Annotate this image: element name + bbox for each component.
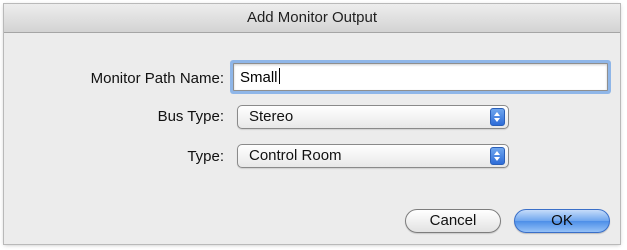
monitor-path-name-input[interactable]: Small [233,63,608,91]
monitor-path-name-label: Monitor Path Name: [90,70,224,87]
bus-type-select[interactable]: Stereo [237,105,509,129]
dialog-title: Add Monitor Output [4,4,620,33]
add-monitor-output-dialog: Add Monitor Output Monitor Path Name: Sm… [4,4,620,244]
type-label: Type: [187,148,224,165]
up-down-arrows-icon [490,147,505,165]
ok-button[interactable]: OK [514,209,610,233]
bus-type-selected-value: Stereo [249,108,294,125]
type-select[interactable]: Control Room [237,144,509,168]
cancel-button[interactable]: Cancel [405,209,501,233]
up-down-arrows-icon [490,108,505,126]
monitor-path-name-value: Small [240,69,278,86]
bus-type-label: Bus Type: [157,108,224,125]
type-selected-value: Control Room [249,147,342,164]
text-caret [278,68,280,84]
